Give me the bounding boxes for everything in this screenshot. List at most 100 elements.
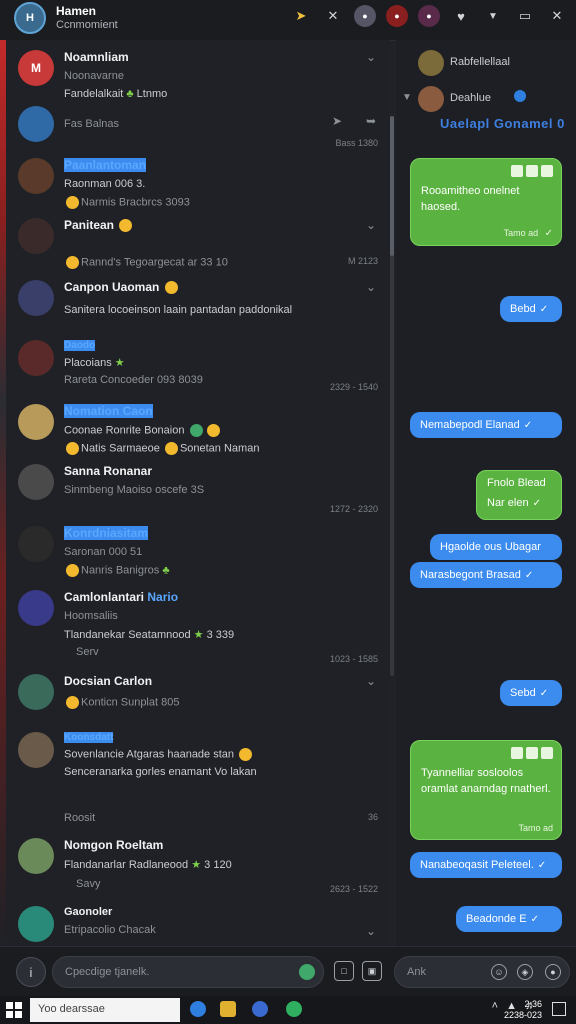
chevron-down-icon[interactable]: ⌄: [366, 924, 376, 938]
conversation-name: Gaonoler: [64, 906, 113, 918]
reply-input-placeholder: Ank: [407, 966, 426, 978]
edge-icon[interactable]: [190, 1001, 206, 1017]
message-bubble[interactable]: Bebd ✓: [500, 296, 562, 322]
status-badge: [514, 90, 526, 102]
timestamp: 2623 - 1522: [329, 884, 378, 894]
conversation-preview: Flandanarlar Radlaneood ★ 3 120: [64, 859, 232, 871]
reply-input[interactable]: Ank ☺ ◈ ●: [394, 956, 570, 988]
avatar[interactable]: H: [14, 2, 46, 34]
conversation-preview: Coonae Ronrite Bonaion: [64, 424, 222, 437]
avatar: [18, 590, 54, 626]
conversation-name: Camlonlantari Nario: [64, 590, 179, 604]
conversation-name: Nomation Caon: [64, 404, 153, 418]
conversation-preview: Fandelalkait ♣ Ltnmo: [64, 88, 168, 100]
pin-icon[interactable]: ➤: [290, 5, 312, 27]
timestamp: Bass 1380: [335, 138, 378, 148]
close-icon[interactable]: ✕: [322, 5, 344, 27]
avatar: [18, 906, 54, 942]
chevron-down-icon[interactable]: ⌄: [366, 674, 376, 688]
timestamp: 1023 - 1585: [329, 654, 378, 664]
emoji-icon: [239, 748, 253, 761]
chat-pane: Rabfellellaal ▼ Deahlue Uaelapl Gonamel …: [396, 40, 576, 946]
emoji-icon[interactable]: [299, 964, 315, 980]
conversation-preview: Narmis Bracbrcs 3093: [64, 196, 190, 209]
mic-icon[interactable]: ●: [545, 964, 561, 980]
message-bubble[interactable]: Hgaolde ous Ubagar: [430, 534, 562, 560]
check-icon: ✓: [523, 420, 533, 431]
conversation-preview: Rareta Concoeder 093 8039: [64, 374, 203, 386]
conversation-preview: Raonman 006 3.: [64, 178, 146, 190]
chevron-down-icon[interactable]: ⌄: [366, 218, 376, 232]
attach-icon[interactable]: □: [334, 961, 354, 981]
avatar[interactable]: ●: [354, 5, 376, 27]
taskbar: Yoo dearssae ˄ ▲ ♬ 2:36 2238-023: [0, 996, 576, 1024]
message-bubble[interactable]: Tyannelliar sosloolos oramlat anarndag r…: [410, 740, 562, 840]
taskbar-search-placeholder: Yoo dearssae: [38, 1003, 105, 1015]
ghost-icon[interactable]: ♥: [450, 5, 472, 27]
avatar[interactable]: ●: [386, 5, 408, 27]
message-bubble[interactable]: Sebd ✓: [500, 680, 562, 706]
check-icon: ✓: [539, 688, 549, 699]
emoji-icon: [164, 442, 178, 455]
message-bubble[interactable]: Fnolo Blead Nar elen ✓: [476, 470, 562, 520]
notification-icon[interactable]: [552, 1002, 566, 1016]
message-bubble[interactable]: Rooamitheo onelnet haosed. Tamo ad ✓: [410, 158, 562, 246]
message-bubble[interactable]: Nemabepodl Elanad ✓: [410, 412, 562, 438]
conversation-name: Sanna Ronanar: [64, 464, 153, 478]
scrollbar-thumb[interactable]: [390, 116, 394, 256]
gif-icon[interactable]: ◈: [517, 964, 533, 980]
emoji-icon: [189, 424, 203, 437]
chrome-icon[interactable]: [252, 1001, 268, 1017]
check-icon: ✓: [532, 498, 541, 509]
window-icon[interactable]: ▭: [514, 5, 536, 27]
title-bar: H Hamen Ccnmomient ➤ ✕ ● ● ● ♥ ▼ ▭ ✕: [0, 0, 576, 41]
conversation-preview: Placoians ★: [64, 357, 125, 369]
conversation-name: Koonsdatt: [64, 732, 114, 743]
forward-icon[interactable]: ➥: [366, 114, 376, 128]
message-text: Tyannelliar sosloolos oramlat anarndag r…: [421, 767, 551, 795]
avatar: [18, 158, 54, 194]
windows-start-icon[interactable]: [6, 1002, 22, 1018]
chevron-down-icon[interactable]: ⌄: [366, 50, 376, 64]
avatar: [18, 280, 54, 316]
message-bubble[interactable]: Nanabeoqasit Peleteel. ✓: [410, 852, 562, 878]
avatar[interactable]: [418, 50, 444, 76]
emoji-icon: [66, 442, 79, 455]
message-bubble[interactable]: Narasbegont Brasad ✓: [410, 562, 562, 588]
avatar: [18, 838, 54, 874]
avatar: [18, 732, 54, 768]
chevron-down-icon[interactable]: ▼: [402, 92, 412, 103]
conversation-list: M Noamnliam ⌄ Noonavarne Fandelalkait ♣ …: [0, 40, 390, 946]
message-input[interactable]: Cpecdige tjanelk.: [52, 956, 324, 988]
message-actions: [511, 165, 553, 177]
check-icon: ✓: [524, 570, 534, 581]
clock[interactable]: 2:36 2238-023: [504, 999, 542, 1021]
chevron-up-icon[interactable]: ˄: [492, 1000, 498, 1012]
avatar[interactable]: [418, 86, 444, 112]
app-icon[interactable]: [286, 1001, 302, 1017]
message-bubble[interactable]: Beadonde E ✓: [456, 906, 562, 932]
message-actions: [511, 747, 553, 759]
timestamp: 2329 - 1540: [329, 382, 378, 392]
chevron-down-icon[interactable]: ▼: [482, 5, 504, 27]
image-icon[interactable]: ▣: [362, 961, 382, 981]
emoji-icon: [66, 196, 79, 209]
avatar: [18, 464, 54, 500]
message-text: Narasbegont Brasad ✓: [420, 567, 533, 584]
chevron-down-icon[interactable]: ⌄: [366, 280, 376, 294]
send-icon[interactable]: ➤: [332, 114, 342, 128]
message-text: Nanabeoqasit Peleteel. ✓: [420, 857, 546, 874]
folder-icon[interactable]: [220, 1001, 236, 1017]
emoji-icon[interactable]: ☺: [491, 964, 507, 980]
timestamp: M 2123: [347, 256, 378, 266]
avatar: [18, 106, 54, 142]
conversation-name: Konrdniasitam: [64, 526, 149, 540]
info-button[interactable]: i: [16, 957, 46, 987]
close-icon[interactable]: ✕: [546, 5, 568, 27]
contact-name: Hamen: [56, 4, 97, 18]
message-input-placeholder: Cpecdige tjanelk.: [65, 966, 150, 978]
emoji-icon: [66, 696, 79, 709]
avatar[interactable]: ●: [418, 5, 440, 27]
taskbar-search[interactable]: Yoo dearssae: [30, 998, 180, 1022]
conversation-name: Daodo: [64, 340, 96, 351]
